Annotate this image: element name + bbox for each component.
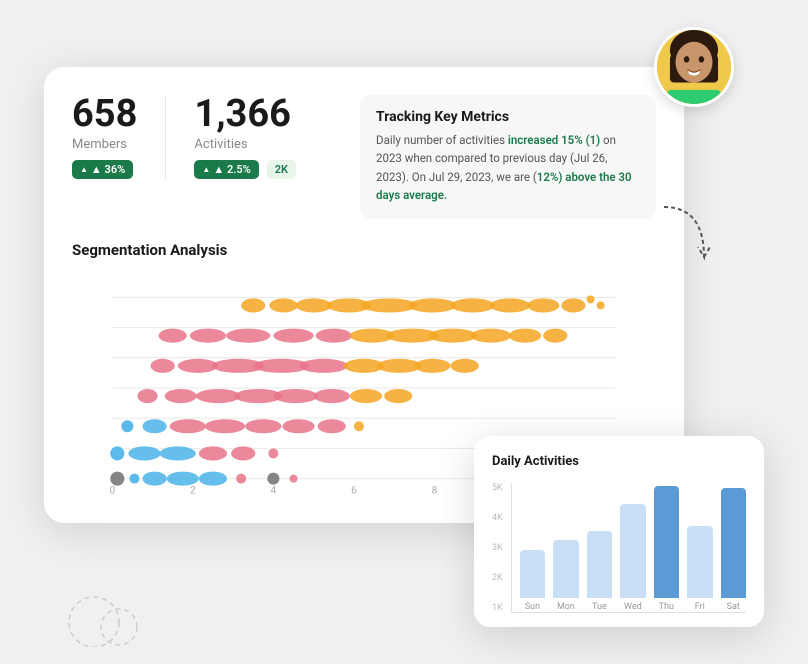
- y-label-4k: 4K: [492, 513, 503, 523]
- activities-badge2: 2K: [267, 160, 296, 179]
- members-metric: 658 Members ▲ 36%: [72, 95, 166, 179]
- arrow-decoration: [654, 197, 714, 277]
- avatar: [654, 27, 734, 107]
- bar-fri: [687, 526, 712, 598]
- activities-value: 1,366: [194, 95, 296, 133]
- tracking-text: Daily number of activities increased 15%…: [376, 131, 640, 205]
- members-label: Members: [72, 137, 137, 152]
- svg-text:8: 8: [432, 485, 438, 496]
- tracking-title: Tracking Key Metrics: [376, 109, 640, 125]
- y-axis: 5K 4K 3K 2K 1K: [492, 483, 507, 613]
- bar-sun: [520, 550, 545, 598]
- bar-label-wed: Wed: [624, 602, 642, 612]
- activities-metric: 1,366 Activities ▲ 2.5% 2K: [194, 95, 324, 179]
- bar-mon: [553, 540, 578, 598]
- bar-label-fri: Fri: [695, 602, 705, 612]
- bar-label-sun: Sun: [525, 602, 540, 612]
- metrics-row: 658 Members ▲ 36% 1,366 Activities ▲ 2.5…: [72, 95, 656, 219]
- members-badges: ▲ 36%: [72, 160, 137, 179]
- daily-activities-card: Daily Activities 5K 4K 3K 2K 1K Sun Mon Tu…: [474, 436, 764, 627]
- bar-thu: [654, 486, 679, 598]
- y-label-1k: 1K: [492, 603, 503, 613]
- bar-label-mon: Mon: [557, 602, 575, 612]
- bar-col-sat: Sat: [721, 488, 746, 612]
- svg-text:2: 2: [190, 485, 196, 496]
- svg-text:4: 4: [271, 485, 277, 496]
- bar-col-tue: Tue: [587, 531, 612, 612]
- metrics-left: 658 Members ▲ 36% 1,366 Activities ▲ 2.5…: [72, 95, 352, 179]
- bar-sat: [721, 488, 746, 598]
- bar-col-wed: Wed: [620, 504, 645, 612]
- bar-col-sun: Sun: [520, 550, 545, 612]
- activities-badge1: ▲ 2.5%: [194, 160, 258, 179]
- scene: 658 Members ▲ 36% 1,366 Activities ▲ 2.5…: [44, 37, 764, 627]
- activities-badges: ▲ 2.5% 2K: [194, 160, 296, 179]
- bar-chart-container: 5K 4K 3K 2K 1K Sun Mon Tue Wed Thu Fri Sat: [492, 483, 746, 613]
- bar-col-fri: Fri: [687, 526, 712, 612]
- y-label-2k: 2K: [492, 573, 503, 583]
- members-value: 658: [72, 95, 137, 133]
- svg-text:0: 0: [109, 485, 115, 496]
- y-label-3k: 3K: [492, 543, 503, 553]
- segmentation-title: Segmentation Analysis: [72, 241, 656, 259]
- tracking-highlight1: increased 15% (1): [508, 133, 600, 147]
- bar-label-sat: Sat: [727, 602, 740, 612]
- avatar-svg: [657, 30, 731, 104]
- bar-col-mon: Mon: [553, 540, 578, 612]
- svg-text:6: 6: [351, 485, 357, 496]
- tracking-highlight2: 12%) above the 30 days average.: [376, 170, 632, 202]
- tracking-box: Tracking Key Metrics Daily number of act…: [360, 95, 656, 219]
- members-badge: ▲ 36%: [72, 160, 133, 179]
- activities-label: Activities: [194, 137, 296, 152]
- bar-label-tue: Tue: [592, 602, 607, 612]
- bar-chart-inner: Sun Mon Tue Wed Thu Fri Sat: [511, 483, 746, 613]
- bar-col-thu: Thu: [654, 486, 679, 612]
- bar-tue: [587, 531, 612, 598]
- avatar-face: [657, 30, 731, 104]
- doodle-decoration: [64, 587, 164, 647]
- bar-wed: [620, 504, 645, 598]
- bar-label-thu: Thu: [659, 602, 674, 612]
- y-label-5k: 5K: [492, 483, 503, 493]
- daily-activities-title: Daily Activities: [492, 454, 746, 469]
